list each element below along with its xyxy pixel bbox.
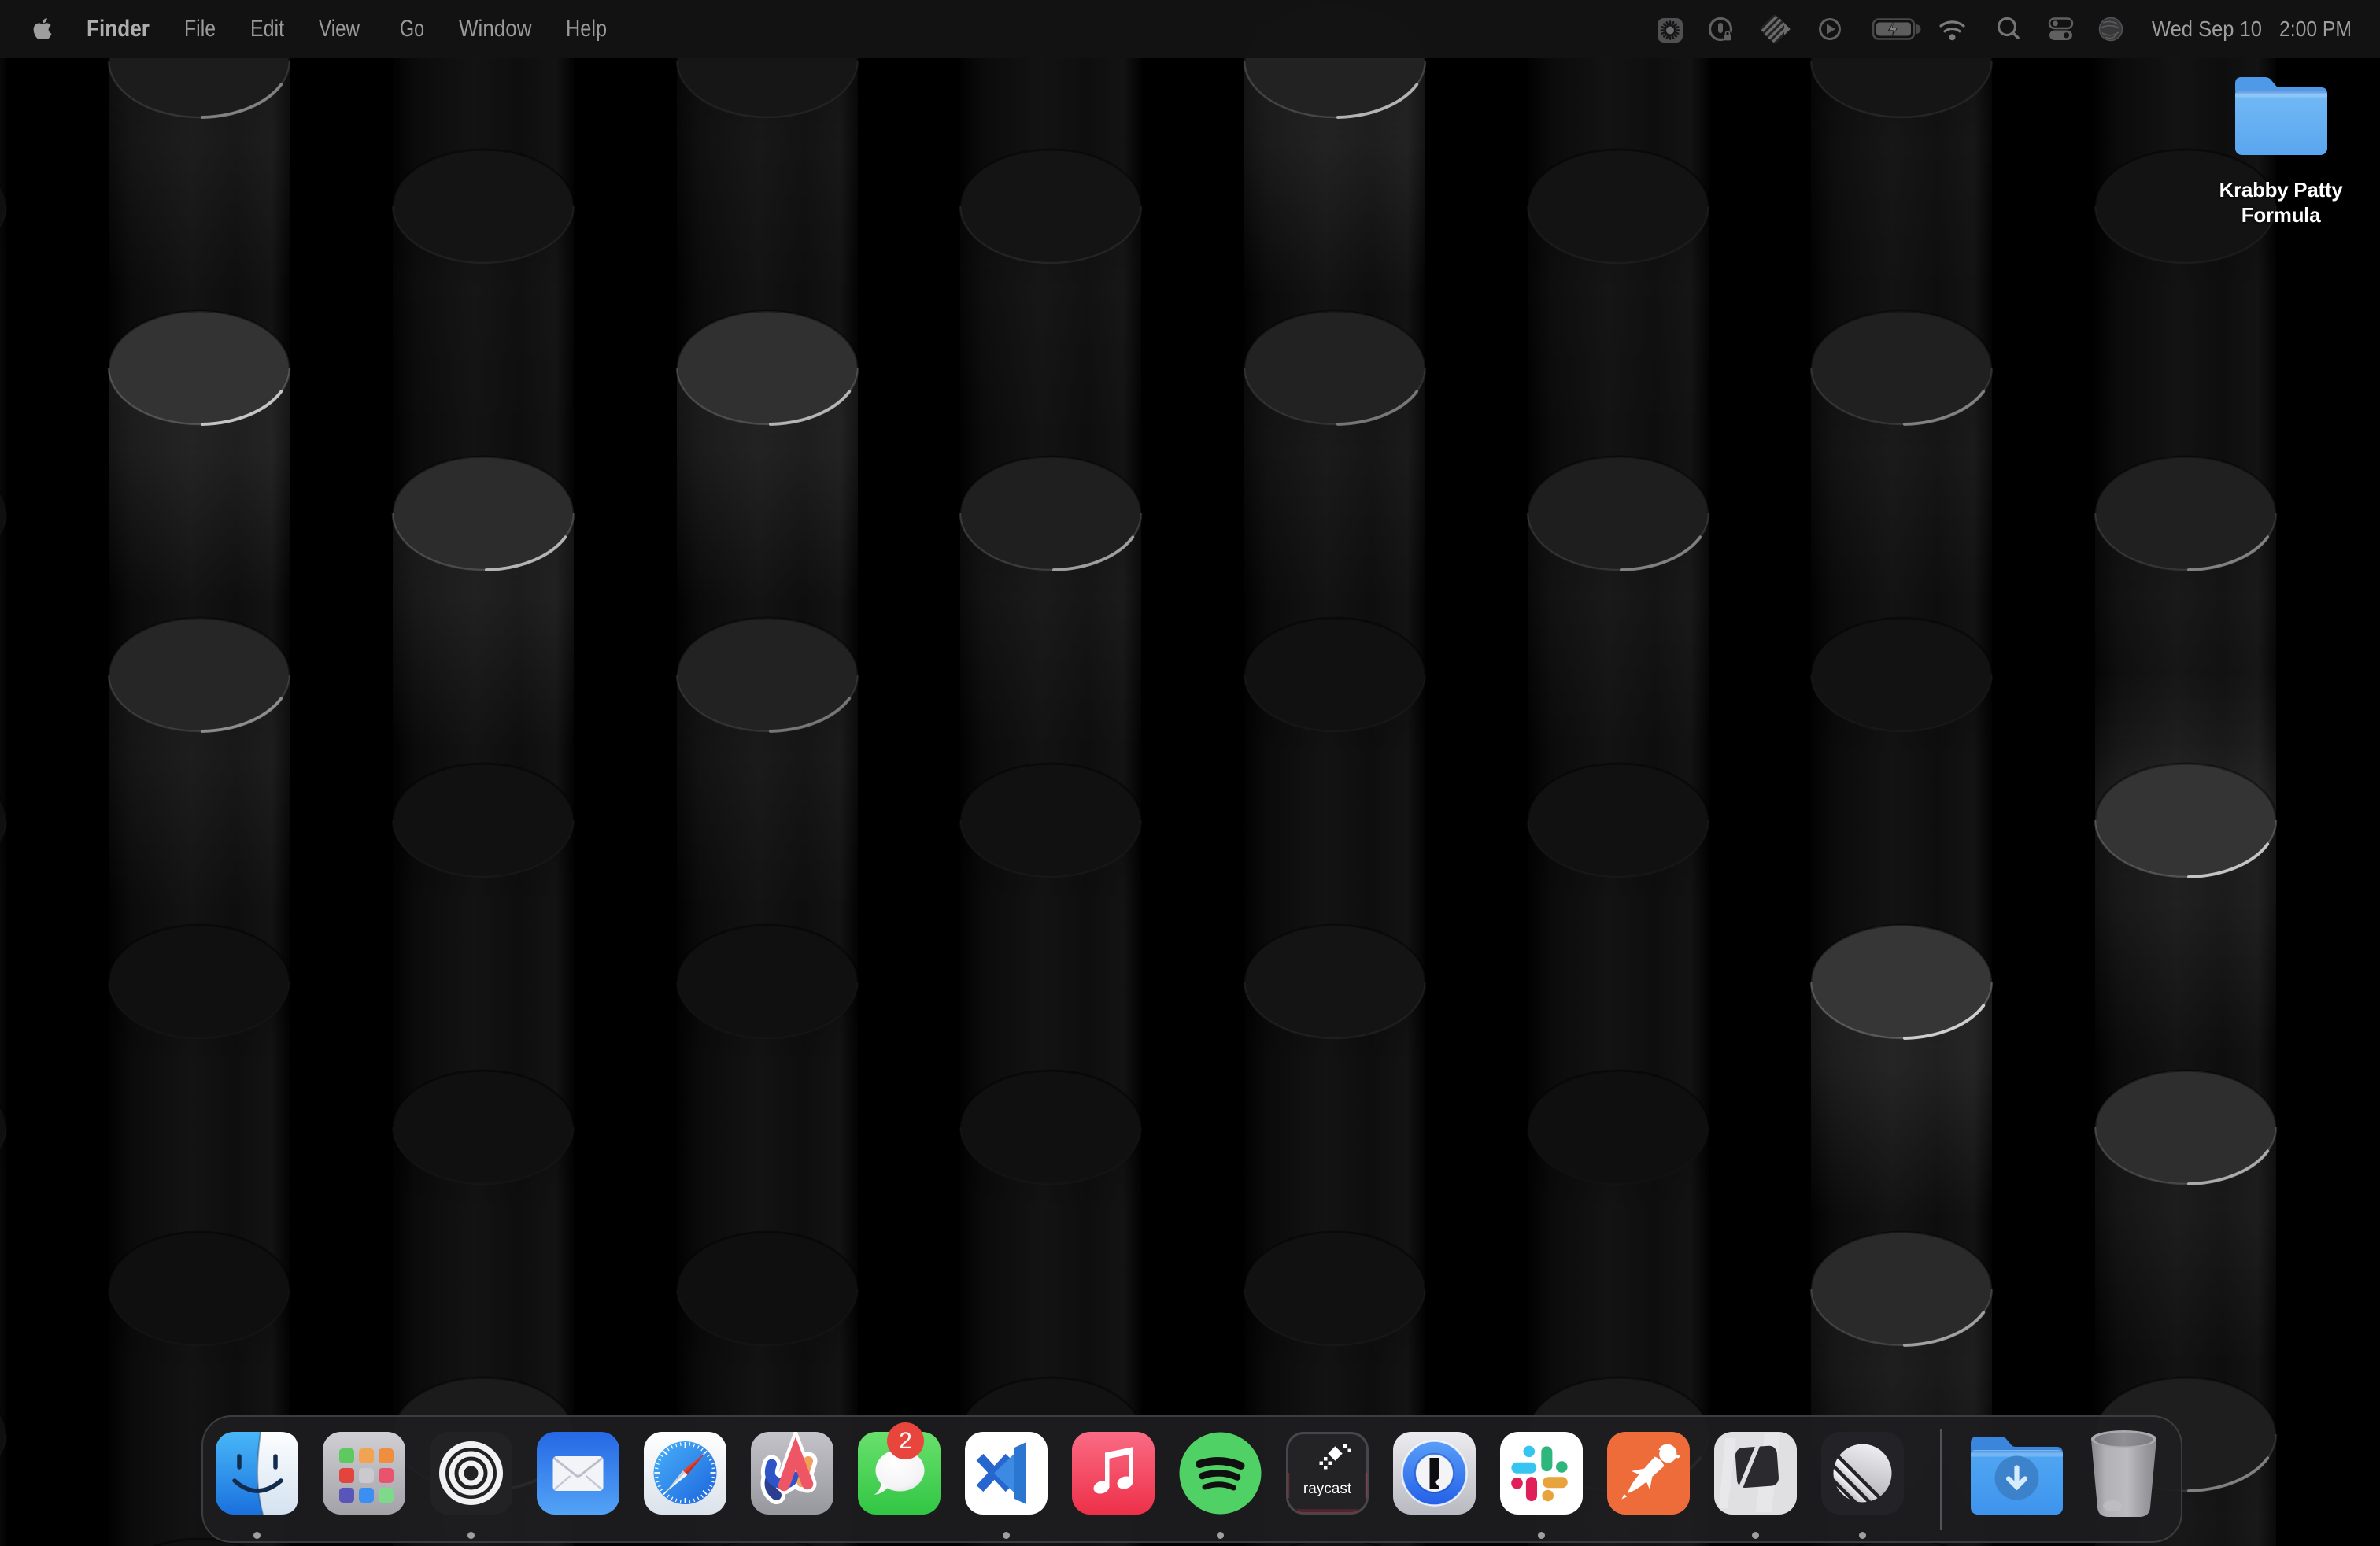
svg-text:raycast: raycast [1303, 1481, 1352, 1497]
